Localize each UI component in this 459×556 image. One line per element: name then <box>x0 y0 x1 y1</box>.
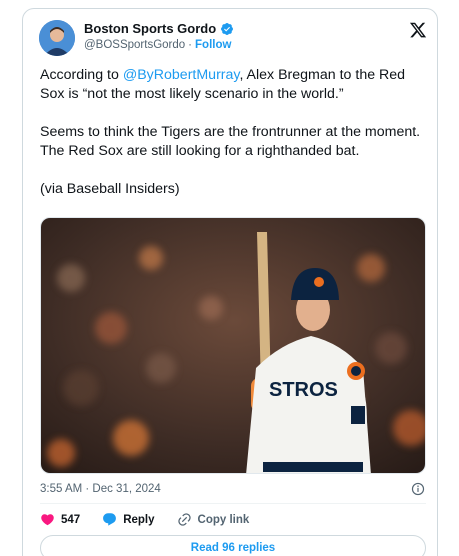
x-logo-icon[interactable] <box>409 21 427 39</box>
author-handle[interactable]: @BOSSportsGordo <box>84 39 185 51</box>
timestamp-text[interactable]: 3:55 AM · Dec 31, 2024 <box>40 483 161 495</box>
author-display-name[interactable]: Boston Sports Gordo <box>84 21 216 36</box>
author-avatar[interactable] <box>39 20 75 56</box>
read-replies-label: Read 96 replies <box>190 542 276 554</box>
copy-link-button[interactable]: Copy link <box>177 512 250 527</box>
link-icon <box>177 513 191 526</box>
tweet-photo[interactable]: STROS <box>40 217 426 474</box>
tweet-timestamp[interactable]: 3:55 AM · Dec 31, 2024 <box>40 483 161 495</box>
like-count: 547 <box>61 513 81 526</box>
heart-icon <box>41 514 54 526</box>
like-button[interactable]: 547 <box>40 512 80 527</box>
info-icon[interactable] <box>411 482 425 496</box>
divider <box>40 503 426 504</box>
tweet-paragraph-1: According to @ByRobertMurray, Alex Bregm… <box>40 66 428 104</box>
author-name-row[interactable]: Boston Sports Gordo <box>84 21 234 36</box>
author-handle-row: @BOSSportsGordo · Follow <box>84 39 231 51</box>
reply-button[interactable]: Reply <box>102 512 155 527</box>
tweet-card: Boston Sports Gordo @BOSSportsGordo · Fo… <box>22 8 438 556</box>
verified-badge-icon <box>221 22 234 35</box>
follow-button[interactable]: Follow <box>195 39 231 51</box>
tweet-paragraph-3: (via Baseball Insiders) <box>40 181 180 197</box>
tweet-paragraph-2: Seems to think the Tigers are the frontr… <box>40 124 421 159</box>
tweet-text: According to @ByRobertMurray, Alex Bregm… <box>40 66 428 218</box>
read-replies-button[interactable]: Read 96 replies <box>40 535 426 556</box>
reply-label: Reply <box>123 513 155 526</box>
tweet-actions: 547 Reply Copy link <box>40 512 271 527</box>
mention-link[interactable]: @ByRobertMurray <box>123 67 240 83</box>
reply-icon <box>103 513 117 526</box>
tweet-text-prefix: According to <box>40 67 123 83</box>
svg-text:STROS: STROS <box>269 379 338 401</box>
separator-dot: · <box>188 39 193 51</box>
copy-link-label: Copy link <box>197 513 250 526</box>
